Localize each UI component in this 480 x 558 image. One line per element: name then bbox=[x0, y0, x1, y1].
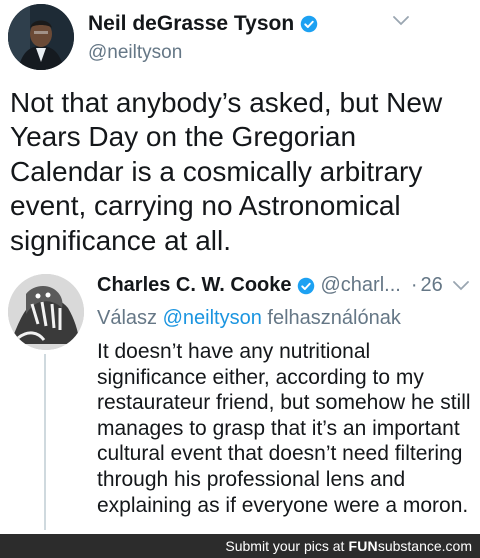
author-name-row[interactable]: Neil deGrasse Tyson bbox=[88, 12, 318, 36]
thread-line bbox=[44, 354, 46, 530]
separator-dot: · bbox=[410, 274, 418, 296]
replying-to-suffix: felhasználónak bbox=[261, 307, 401, 329]
reply-text: It doesn’t have any nutritional signific… bbox=[97, 340, 471, 517]
replying-to-prefix: Válasz bbox=[97, 307, 163, 329]
verified-badge-icon bbox=[297, 277, 314, 294]
author-handle[interactable]: @neiltyson bbox=[88, 42, 182, 64]
tweet-text: Not that anybody’s asked, but New Years … bbox=[10, 87, 443, 256]
watermark-bar: Submit your pics at FUN substance .com bbox=[0, 534, 480, 558]
reply-header: Charles C. W. Cooke @charl... · 26 bbox=[97, 274, 480, 297]
watermark-brand-substance: substance bbox=[377, 538, 442, 554]
replying-to: Válasz @neiltyson felhasználónak bbox=[97, 307, 401, 330]
watermark-brand-fun: FUN bbox=[348, 538, 378, 554]
mention-link[interactable]: @neiltyson bbox=[163, 307, 262, 329]
verified-badge-icon bbox=[300, 15, 318, 33]
author-avatar[interactable] bbox=[8, 4, 74, 70]
chevron-down-icon[interactable] bbox=[452, 280, 469, 291]
chevron-down-icon[interactable] bbox=[393, 16, 409, 26]
reply-timestamp[interactable]: 26 bbox=[421, 274, 443, 297]
reply-author-avatar[interactable] bbox=[8, 274, 84, 350]
author-name[interactable]: Neil deGrasse Tyson bbox=[88, 12, 294, 36]
watermark-text: Submit your pics at bbox=[225, 538, 345, 554]
reply-author-name[interactable]: Charles C. W. Cooke bbox=[97, 274, 292, 297]
watermark-brand-com: .com bbox=[441, 538, 472, 554]
reply-author-handle[interactable]: @charl... bbox=[321, 274, 401, 297]
